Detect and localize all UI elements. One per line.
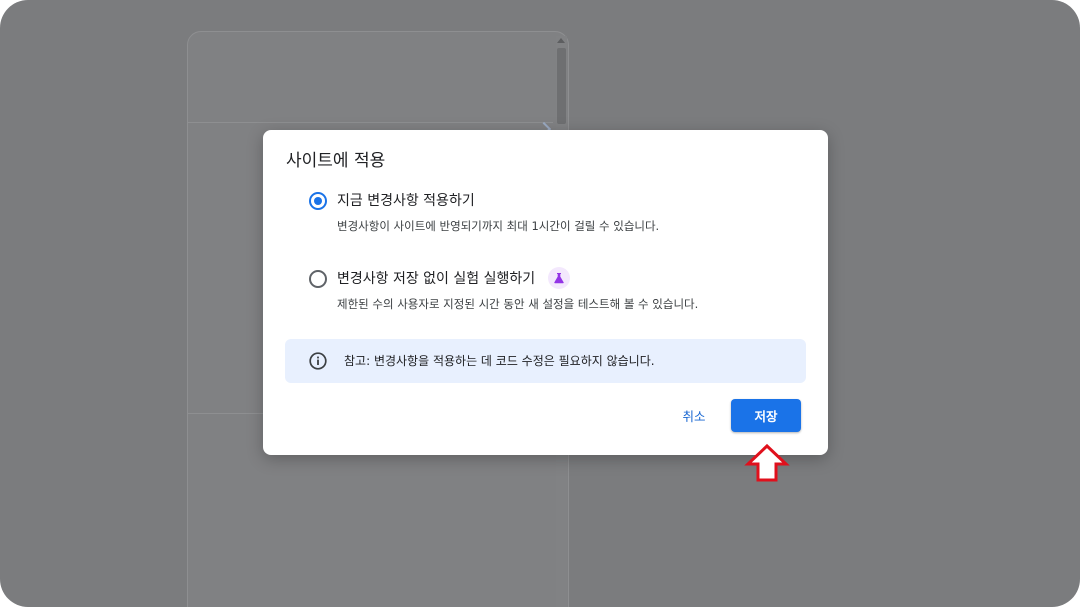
cancel-button[interactable]: 취소 [671,402,717,428]
info-note: 참고: 변경사항을 적용하는 데 코드 수정은 필요하지 않습니다. [285,339,806,383]
info-note-text: 참고: 변경사항을 적용하는 데 코드 수정은 필요하지 않습니다. [344,354,655,368]
option-run-experiment-label-wrap[interactable]: 변경사항 저장 없이 실험 실행하기 [337,267,570,290]
scroll-up-arrow-icon[interactable] [557,38,565,43]
background-scrollbar-thumb[interactable] [557,48,566,124]
screen-frame: 사이트에 적용 지금 변경사항 적용하기 변경사항이 사이트에 반영되기까지 최… [0,0,1080,607]
apply-to-site-dialog: 사이트에 적용 지금 변경사항 적용하기 변경사항이 사이트에 반영되기까지 최… [263,130,828,455]
save-button[interactable]: 저장 [731,399,801,432]
dialog-title: 사이트에 적용 [286,151,386,171]
pointer-arrow-icon [744,443,790,482]
radio-apply-now[interactable] [309,192,327,210]
radio-run-experiment[interactable] [309,270,327,288]
option-apply-now-label[interactable]: 지금 변경사항 적용하기 [337,190,475,212]
option-run-experiment-description: 제한된 수의 사용자로 지정된 시간 동안 새 설정을 테스트해 볼 수 있습니… [337,297,699,311]
info-icon [309,352,327,370]
option-apply-now-description: 변경사항이 사이트에 반영되기까지 최대 1시간이 걸릴 수 있습니다. [337,219,660,233]
flask-icon [547,267,570,289]
option-run-experiment-label[interactable]: 변경사항 저장 없이 실험 실행하기 [337,271,535,287]
